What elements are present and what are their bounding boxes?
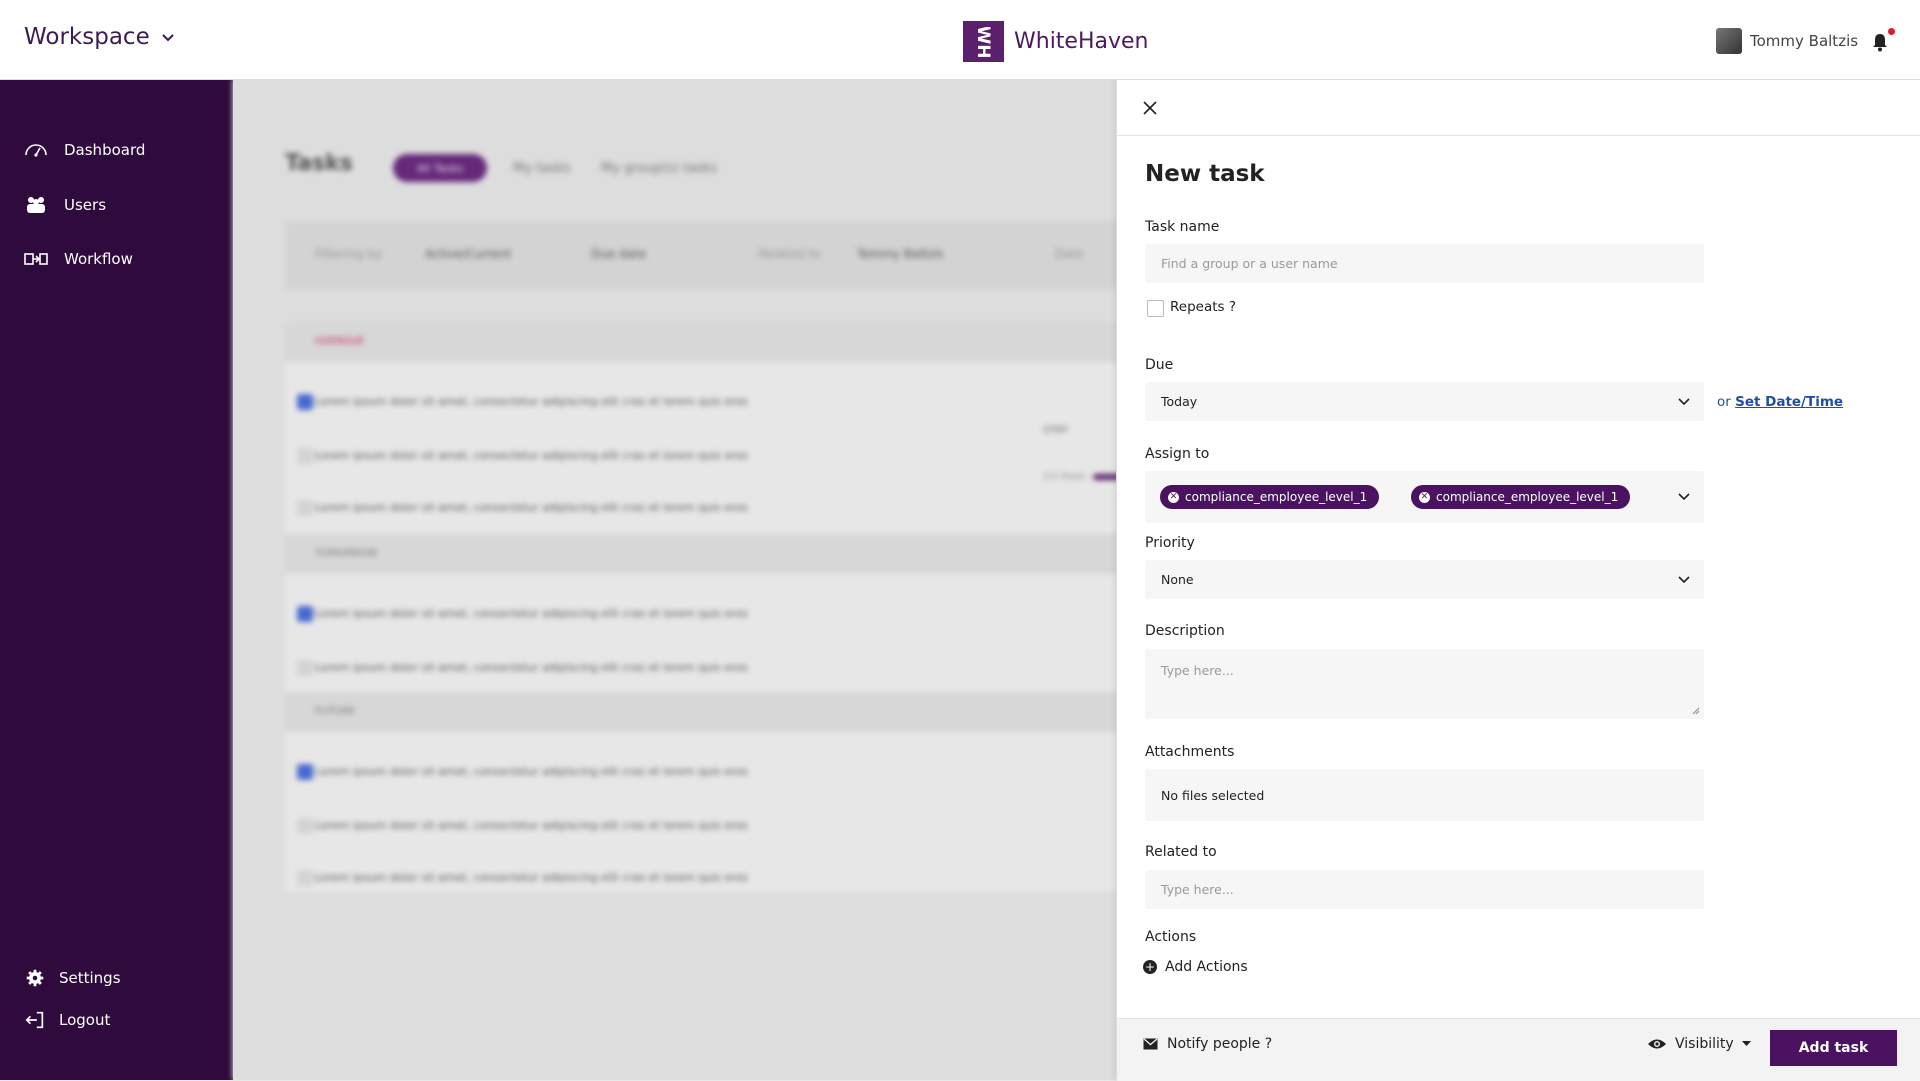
notify-people-toggle[interactable]: Notify people ? [1143,1036,1272,1052]
dashboard-icon [25,144,47,157]
sidebar-item-workflow[interactable]: Workflow [24,249,133,269]
chevron-down-icon [162,34,174,42]
set-date-prefix: or [1717,394,1731,410]
panel-footer: Notify people ? Visibility Add task [1117,1018,1920,1081]
visibility-dropdown[interactable]: Visibility [1647,1036,1751,1052]
sidebar-item-settings[interactable]: Settings [24,968,121,988]
attachments-label: Attachments [1145,744,1235,760]
assignee-chip[interactable]: ✕ compliance_employee_level_1 [1160,485,1380,509]
panel-title: New task [1145,161,1265,187]
gear-icon [26,969,44,987]
actions-label: Actions [1145,929,1197,945]
eye-icon [1648,1039,1666,1049]
add-actions-label: Add Actions [1165,959,1248,975]
due-label: Due [1145,357,1174,373]
visibility-label: Visibility [1675,1036,1734,1052]
wh-logo-icon: WH [973,27,993,57]
add-actions-button[interactable]: + Add Actions [1143,959,1248,975]
task-name-placeholder: Find a group or a user name [1161,256,1338,271]
logo-mark: WH [963,21,1004,62]
assignee-name: compliance_employee_level_1 [1436,490,1619,504]
priority-value: None [1161,572,1194,587]
related-label: Related to [1145,844,1217,860]
workflow-icon [24,253,48,265]
new-task-panel: New task Task name Find a group or a use… [1116,79,1920,1081]
background-overlay[interactable] [233,79,1116,1080]
set-date-link[interactable]: Set Date/Time [1735,394,1843,410]
due-value: Today [1161,394,1198,409]
repeats-label: Repeats ? [1170,299,1237,315]
remove-chip-icon[interactable]: ✕ [1419,491,1430,503]
logo-text: WH [973,27,993,57]
task-name-input[interactable]: Find a group or a user name [1145,244,1704,283]
task-name-label: Task name [1145,219,1220,235]
description-textarea[interactable]: Type here... [1145,649,1704,719]
resize-handle-icon[interactable] [1692,707,1700,715]
logout-icon [25,1011,44,1029]
notify-label: Notify people ? [1167,1036,1273,1052]
workspace-switcher[interactable]: Workspace [24,24,176,50]
sidebar-item-logout[interactable]: Logout [24,1010,110,1030]
chevron-down-icon[interactable] [1678,493,1690,501]
user-name: Tommy Baltzis [1750,32,1859,50]
assignee-chip[interactable]: ✕ compliance_employee_level_1 [1411,485,1631,509]
brand-name: WhiteHaven [1014,29,1149,54]
logout-label: Logout [59,1011,111,1029]
priority-label: Priority [1145,535,1195,551]
close-icon[interactable] [1143,101,1157,115]
workspace-label: Workspace [24,24,150,50]
priority-select[interactable]: None [1145,560,1704,599]
repeats-checkbox[interactable] [1147,300,1164,317]
chevron-down-icon [1678,575,1690,583]
due-select[interactable]: Today [1145,382,1704,421]
settings-label: Settings [59,969,121,987]
related-input[interactable]: Type here... [1145,870,1704,909]
sidebar-item-dashboard[interactable]: Dashboard [24,140,145,160]
sidebar-item-label: Users [64,196,107,214]
sidebar-item-label: Workflow [64,250,133,268]
attachments-input[interactable]: No files selected [1145,769,1704,821]
sidebar-item-users[interactable]: Users [24,195,106,215]
remove-chip-icon[interactable]: ✕ [1168,491,1179,503]
sidebar-item-label: Dashboard [64,141,146,159]
chevron-down-icon [1678,397,1690,405]
notification-dot [1888,28,1895,35]
description-label: Description [1145,623,1225,639]
avatar [1716,28,1742,54]
add-task-button[interactable]: Add task [1770,1030,1897,1066]
assign-label: Assign to [1145,446,1210,462]
related-placeholder: Type here... [1161,882,1234,897]
attachments-value: No files selected [1161,787,1265,803]
sidebar: Dashboard Users Workflow Settings Logout [0,79,233,1080]
user-menu[interactable]: Tommy Baltzis [1716,28,1858,54]
plus-icon: + [1143,960,1157,974]
bell-icon[interactable] [1871,32,1889,52]
top-bar: Workspace WH WhiteHaven Tommy Baltzis [0,0,1920,80]
brand-logo[interactable]: WH WhiteHaven [963,21,1149,62]
description-placeholder: Type here... [1161,663,1234,678]
assignee-name: compliance_employee_level_1 [1185,490,1368,504]
mail-icon [1143,1038,1158,1050]
caret-down-icon [1741,1041,1751,1046]
panel-header [1117,79,1920,136]
set-date-container: or Set Date/Time [1717,394,1843,410]
users-icon [27,197,45,213]
